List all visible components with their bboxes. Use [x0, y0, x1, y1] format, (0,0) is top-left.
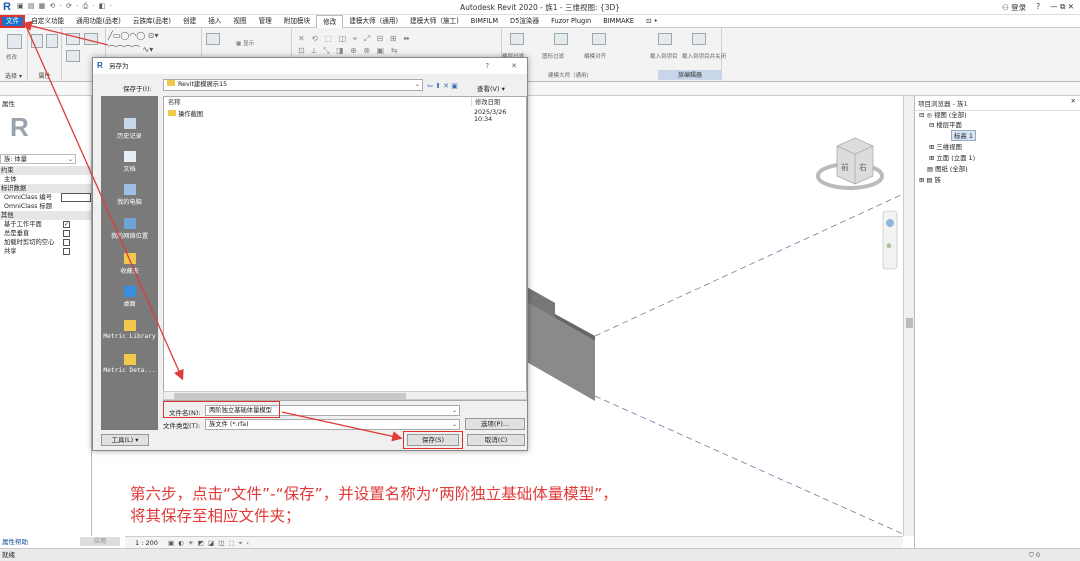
annotation-line-1: 第六步，点击“文件”-“保存”，并设置名称为“两阶独立基础体量模型”， [130, 485, 618, 503]
instruction-annotation: 第六步，点击“文件”-“保存”，并设置名称为“两阶独立基础体量模型”， 将其保存… [130, 483, 770, 527]
annotation-arrows [21, 20, 403, 442]
arrow-to-filename [25, 25, 184, 381]
arrow-to-save [281, 411, 403, 442]
annotation-line-2: 将其保存至相应文件夹； [130, 507, 301, 525]
arrow-to-file-menu [21, 20, 109, 46]
